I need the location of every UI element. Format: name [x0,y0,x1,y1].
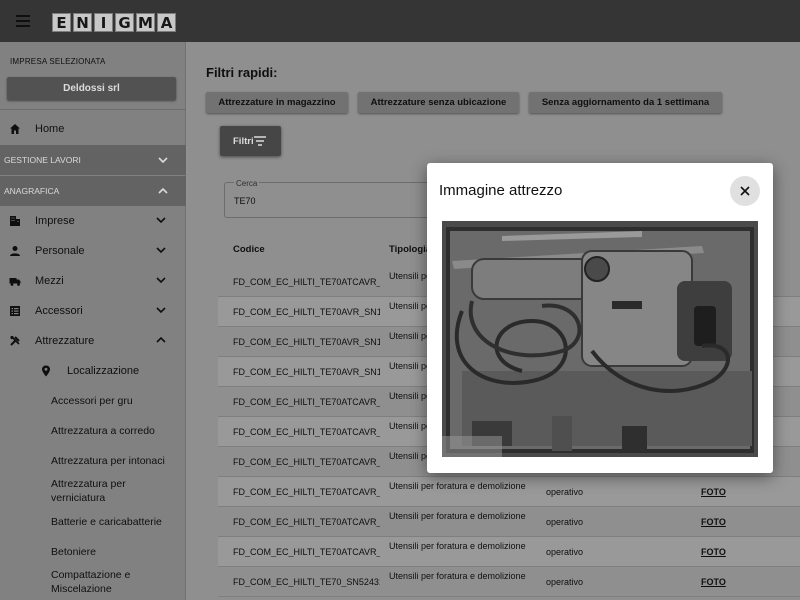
hammer-drill-photo [442,221,758,457]
close-icon [740,186,750,196]
modal-title: Immagine attrezzo [439,182,563,199]
close-button[interactable] [730,176,760,206]
image-modal: Immagine attrezzo [427,163,773,473]
hammer-drill-image [442,221,758,457]
